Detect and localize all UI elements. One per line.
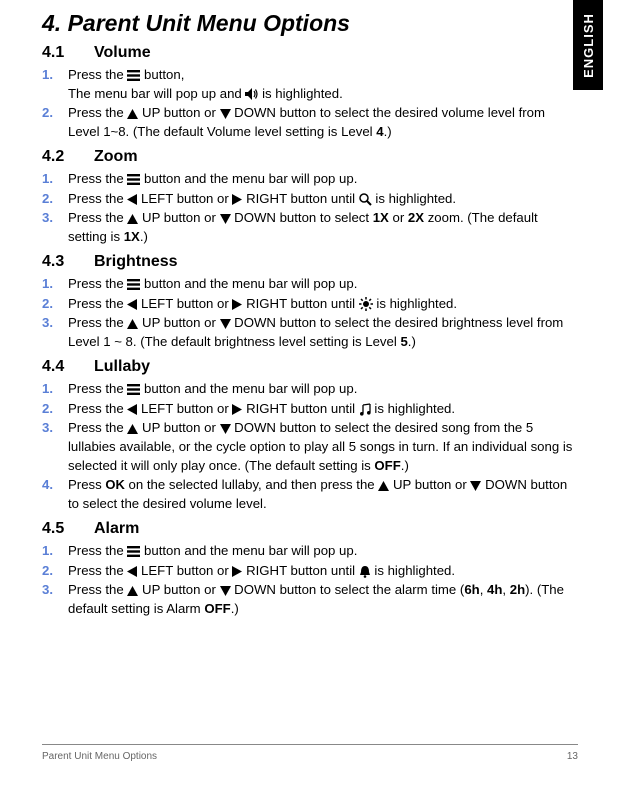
section-number: 4.3 (42, 253, 94, 271)
right-icon (232, 191, 242, 206)
section-number: 4.5 (42, 520, 94, 538)
footer-section-name: Parent Unit Menu Options (42, 751, 157, 762)
up-icon (127, 105, 138, 120)
step-number: 1. (42, 66, 53, 85)
step-item: 3.Press the UP button or DOWN button to … (42, 419, 578, 475)
up-icon (127, 315, 138, 330)
step-item: 1.Press the button and the menu bar will… (42, 275, 578, 294)
down-icon (220, 210, 231, 225)
step-item: 3.Press the UP button or DOWN button to … (42, 314, 578, 351)
step-list: 1.Press the button and the menu bar will… (42, 170, 578, 247)
left-icon (127, 191, 137, 206)
step-list: 1.Press the button and the menu bar will… (42, 275, 578, 352)
up-icon (127, 210, 138, 225)
menu-icon (127, 171, 140, 186)
section-number: 4.2 (42, 148, 94, 166)
music-icon (359, 401, 371, 416)
step-item: 1.Press the button and the menu bar will… (42, 380, 578, 399)
left-icon (127, 563, 137, 578)
step-item: 2.Press the LEFT button or RIGHT button … (42, 295, 578, 314)
section-heading: 4.1Volume (42, 44, 578, 62)
step-number: 2. (42, 562, 53, 581)
step-number: 1. (42, 380, 53, 399)
section-title: Lullaby (94, 358, 150, 375)
bold-text: OFF (374, 458, 400, 473)
step-number: 4. (42, 476, 53, 495)
step-list: 1.Press the button,The menu bar will pop… (42, 66, 578, 142)
menu-icon (127, 276, 140, 291)
right-icon (232, 296, 242, 311)
page-content: 4. Parent Unit Menu Options 4.1Volume 1.P… (0, 0, 620, 619)
step-number: 3. (42, 209, 53, 228)
speaker-icon (245, 86, 258, 101)
brightness-icon (359, 296, 373, 311)
bold-text: 4 (376, 124, 383, 139)
step-number: 2. (42, 104, 53, 123)
step-item: 1.Press the button and the menu bar will… (42, 542, 578, 561)
step-item: 1.Press the button and the menu bar will… (42, 170, 578, 189)
up-icon (127, 582, 138, 597)
down-icon (220, 105, 231, 120)
down-icon (470, 477, 481, 492)
step-list: 1.Press the button and the menu bar will… (42, 380, 578, 514)
ok-icon: OK (105, 477, 125, 492)
bold-text: 4h (487, 582, 502, 597)
section-title: Brightness (94, 253, 178, 270)
footer-page-number: 13 (567, 751, 578, 762)
page-title: 4. Parent Unit Menu Options (42, 10, 578, 37)
step-number: 3. (42, 581, 53, 600)
section-title: Alarm (94, 520, 139, 537)
bold-text: 1X (373, 210, 389, 225)
menu-icon (127, 67, 140, 82)
step-number: 1. (42, 275, 53, 294)
step-number: 3. (42, 419, 53, 438)
bold-text: 2h (510, 582, 525, 597)
section-heading: 4.4Lullaby (42, 358, 578, 376)
step-item: 3.Press the UP button or DOWN button to … (42, 581, 578, 618)
menu-icon (127, 543, 140, 558)
section-heading: 4.5Alarm (42, 520, 578, 538)
left-icon (127, 401, 137, 416)
right-icon (232, 401, 242, 416)
down-icon (220, 582, 231, 597)
step-item: 2.Press the UP button or DOWN button to … (42, 104, 578, 141)
up-icon (378, 477, 389, 492)
section-heading: 4.2Zoom (42, 148, 578, 166)
left-icon (127, 296, 137, 311)
step-number: 1. (42, 542, 53, 561)
step-number: 2. (42, 400, 53, 419)
down-icon (220, 420, 231, 435)
language-tab-label: ENGLISH (581, 13, 596, 78)
step-list: 1.Press the button and the menu bar will… (42, 542, 578, 619)
step-number: 3. (42, 314, 53, 333)
step-item: 3.Press the UP button or DOWN button to … (42, 209, 578, 246)
section-title: Zoom (94, 148, 138, 165)
section-number: 4.1 (42, 44, 94, 62)
page-footer: Parent Unit Menu Options 13 (0, 744, 620, 762)
step-number: 1. (42, 170, 53, 189)
bold-text: 1X (124, 229, 140, 244)
zoom-icon (359, 191, 372, 206)
step-item: 2.Press the LEFT button or RIGHT button … (42, 190, 578, 209)
step-number: 2. (42, 190, 53, 209)
step-item: 2.Press the LEFT button or RIGHT button … (42, 562, 578, 581)
step-number: 2. (42, 295, 53, 314)
down-icon (220, 315, 231, 330)
right-icon (232, 563, 242, 578)
section-title: Volume (94, 44, 151, 61)
bold-text: 5 (400, 334, 407, 349)
bold-text: 6h (464, 582, 479, 597)
menu-icon (127, 381, 140, 396)
step-item: 2.Press the LEFT button or RIGHT button … (42, 400, 578, 419)
section-heading: 4.3Brightness (42, 253, 578, 271)
section-number: 4.4 (42, 358, 94, 376)
step-item: 4.Press OK on the selected lullaby, and … (42, 476, 578, 513)
bold-text: 2X (408, 210, 424, 225)
bold-text: OFF (204, 601, 230, 616)
bell-icon (359, 563, 371, 578)
step-item: 1.Press the button,The menu bar will pop… (42, 66, 578, 103)
up-icon (127, 420, 138, 435)
